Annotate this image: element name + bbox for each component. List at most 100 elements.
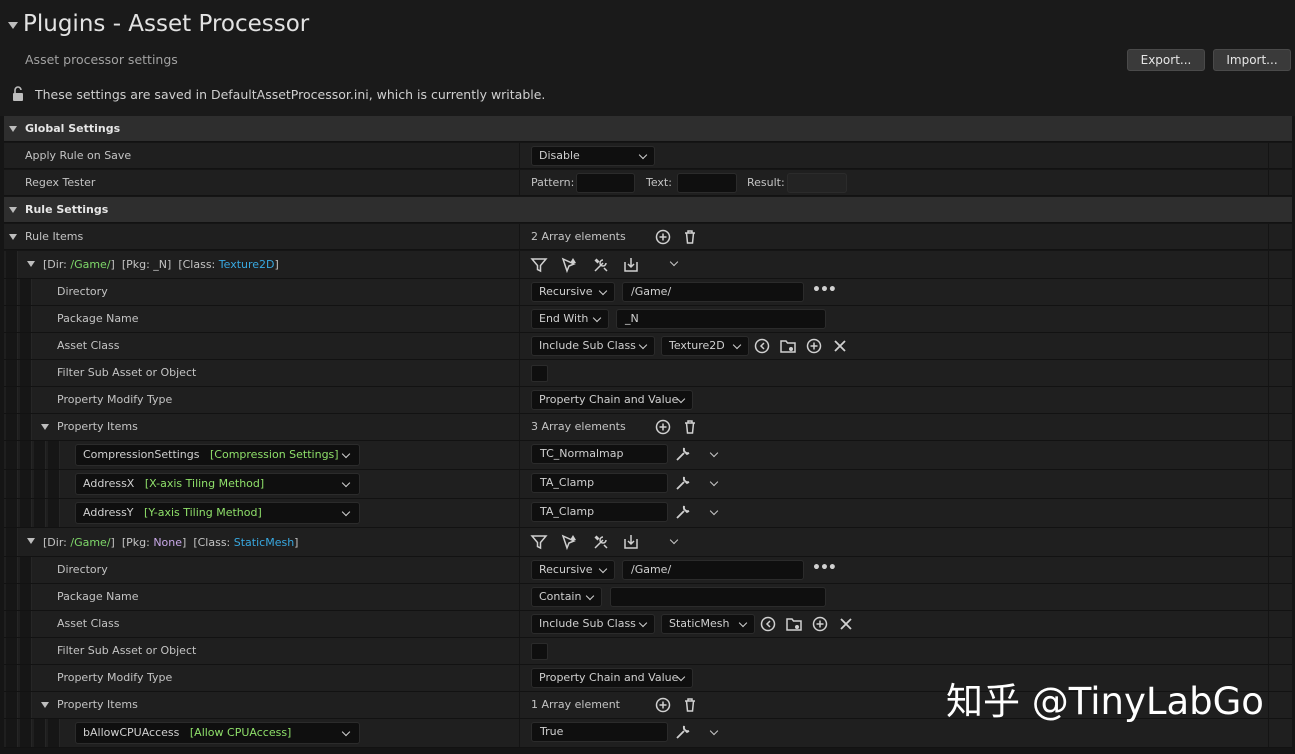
more-options-icon[interactable]: ••• [812,282,837,298]
import-icon[interactable] [622,256,640,274]
directory-mode-dropdown[interactable]: Recursive [531,282,615,302]
package-mode-dropdown[interactable]: End With [531,309,609,329]
property-value-input[interactable]: TC_Normalmap [531,444,668,464]
collapse-arrow-icon[interactable] [8,22,18,29]
property-chain-dropdown[interactable]: AddressX [X-axis Tiling Method] [75,473,360,495]
clear-icon[interactable] [831,337,849,355]
property-value-input[interactable]: TA_Clamp [531,473,668,493]
expand-arrow-icon[interactable] [27,261,35,267]
directory-input[interactable]: /Game/ [622,282,804,302]
asset-class-dropdown[interactable]: Texture2D [661,336,749,356]
filter-sub-asset-row: Filter Sub Asset or Object [4,360,1292,387]
dropdown-value: Recursive [539,285,593,298]
import-icon[interactable] [622,533,640,551]
chevron-down-icon [585,591,595,601]
tools-icon[interactable] [592,533,610,551]
property-chain-dropdown[interactable]: AddressY [Y-axis Tiling Method] [75,502,360,524]
category-rule-settings[interactable]: Rule Settings [4,197,1292,223]
property-chain-dropdown[interactable]: bAllowCPUAccess [Allow CPUAccess] [75,722,360,744]
asset-class-mode-dropdown[interactable]: Include Sub Class [531,614,655,634]
filter-sub-asset-row: Filter Sub Asset or Object [4,638,1292,665]
property-label: Regex Tester [25,176,96,189]
property-value-input[interactable]: True [531,722,668,742]
text-input[interactable] [677,173,737,193]
settings-header: Plugins - Asset Processor Asset processo… [0,0,1295,116]
array-count: 3 Array elements [531,420,626,433]
wrench-icon[interactable] [674,723,692,741]
page-title: Plugins - Asset Processor [23,11,310,37]
add-element-icon[interactable] [654,418,672,436]
package-name-input[interactable]: _N [616,309,826,329]
dropdown-value: Property Chain and Value [539,671,679,684]
apply-rule-dropdown[interactable]: Disable [531,146,655,166]
chevron-down-icon[interactable] [709,726,719,736]
filter-sub-asset-checkbox[interactable] [531,365,548,382]
add-element-icon[interactable] [654,696,672,714]
property-value-input[interactable]: TA_Clamp [531,502,668,522]
pattern-input[interactable] [576,173,635,193]
chevron-down-icon[interactable] [709,477,719,487]
browse-folder-icon[interactable] [785,615,803,633]
expand-arrow-icon[interactable] [27,538,35,544]
expand-arrow-icon[interactable] [9,126,17,132]
regex-tester-row: Regex Tester Pattern: Text: Result: [4,170,1292,196]
asset-class-dropdown[interactable]: StaticMesh [661,614,755,634]
clear-icon[interactable] [837,615,855,633]
chevron-down-icon [341,478,351,488]
property-item-row: AddressY [Y-axis Tiling Method] TA_Clamp [4,499,1292,528]
filter-icon[interactable] [530,533,548,551]
expand-arrow-icon[interactable] [9,207,17,213]
trash-icon[interactable] [681,418,699,436]
chevron-down-icon [638,150,648,160]
add-element-icon[interactable] [654,228,672,246]
category-global-settings[interactable]: Global Settings [4,116,1292,142]
trash-icon[interactable] [681,228,699,246]
unlock-icon [13,86,23,101]
tools-icon[interactable] [592,256,610,274]
expand-arrow-icon[interactable] [41,702,49,708]
use-selected-icon[interactable] [759,615,777,633]
modify-type-dropdown[interactable]: Property Chain and Value [531,668,693,688]
chevron-down-icon[interactable] [669,257,679,267]
use-selected-icon[interactable] [753,337,771,355]
chevron-down-icon[interactable] [709,506,719,516]
dropdown-value: Disable [539,149,580,162]
select-warning-icon[interactable] [560,256,578,274]
expand-arrow-icon[interactable] [9,234,17,240]
wrench-icon[interactable] [674,474,692,492]
directory-input[interactable]: /Game/ [622,560,804,580]
property-label: Property Items [57,698,138,711]
property-label: Package Name [57,590,139,603]
trash-icon[interactable] [681,696,699,714]
watermark: 知乎 @TinyLabGo [946,680,1264,723]
add-icon[interactable] [805,337,823,355]
filter-sub-asset-checkbox[interactable] [531,643,548,660]
pattern-label: Pattern: [531,176,575,189]
asset-class-mode-dropdown[interactable]: Include Sub Class [531,336,655,356]
wrench-icon[interactable] [674,445,692,463]
chevron-down-icon [341,449,351,459]
add-icon[interactable] [811,615,829,633]
import-button[interactable]: Import... [1213,49,1291,71]
wrench-icon[interactable] [674,503,692,521]
package-mode-dropdown[interactable]: Contain [531,587,602,607]
chevron-down-icon [598,564,608,574]
property-chain-dropdown[interactable]: CompressionSettings [Compression Setting… [75,444,360,466]
select-warning-icon[interactable] [560,533,578,551]
rule-item-header[interactable]: [Dir: /Game/] [Pkg: None] [Class: Static… [4,528,1292,557]
property-label: Property Items [57,420,138,433]
browse-folder-icon[interactable] [779,337,797,355]
chevron-down-icon [638,340,648,350]
modify-type-dropdown[interactable]: Property Chain and Value [531,390,693,410]
dropdown-value: Property Chain and Value [539,393,679,406]
chevron-down-icon[interactable] [709,448,719,458]
rule-summary: [Dir: /Game/] [Pkg: _N] [Class: Texture2… [43,258,279,271]
export-button[interactable]: Export... [1127,49,1205,71]
expand-arrow-icon[interactable] [41,424,49,430]
package-name-input[interactable] [610,587,826,607]
rule-item-header[interactable]: [Dir: /Game/] [Pkg: _N] [Class: Texture2… [4,251,1292,279]
filter-icon[interactable] [530,256,548,274]
more-options-icon[interactable]: ••• [812,560,837,576]
directory-mode-dropdown[interactable]: Recursive [531,560,615,580]
chevron-down-icon[interactable] [669,535,679,545]
